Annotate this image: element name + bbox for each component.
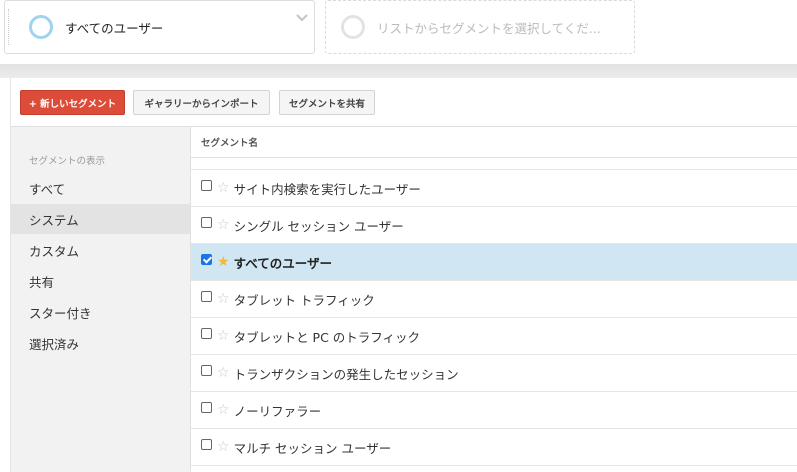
star-icon[interactable]: ☆	[217, 366, 230, 380]
segment-ring-icon	[341, 15, 365, 39]
checkbox-icon[interactable]	[201, 179, 212, 191]
star-icon[interactable]: ☆	[217, 329, 230, 343]
star-icon[interactable]: ☆	[217, 440, 230, 454]
active-segment-slot[interactable]: すべてのユーザー	[4, 0, 315, 54]
share-segment-button[interactable]: セグメントを共有	[279, 90, 375, 115]
sidebar-item-starred[interactable]: スター付き	[11, 297, 190, 327]
divider-strip	[0, 64, 797, 78]
table-row[interactable]: ☆ シングル セッション ユーザー	[191, 207, 797, 244]
segment-name[interactable]: トランザクションの発生したセッション	[234, 364, 459, 383]
active-segment-name: すべてのユーザー	[65, 20, 164, 36]
segment-name[interactable]: シングル セッション ユーザー	[234, 216, 404, 235]
table-row[interactable]: ☆ サイト内検索を実行したユーザー	[191, 170, 797, 207]
table-row[interactable]: ☆ マルチ セッション ユーザー	[191, 429, 797, 466]
checkbox-icon[interactable]	[201, 216, 212, 228]
table-row[interactable]: ★ すべてのユーザー	[191, 244, 797, 281]
segment-name[interactable]: タブレットと PC のトラフィック	[234, 327, 420, 346]
import-from-gallery-button[interactable]: ギャラリーからインポート	[133, 90, 270, 115]
sidebar-item-custom[interactable]: カスタム	[11, 235, 190, 265]
table-row[interactable]: ☆ タブレットと PC のトラフィック	[191, 318, 797, 355]
table-row[interactable]: ☆ ノーリファラー	[191, 392, 797, 429]
sidebar-heading: セグメントの表示	[29, 156, 106, 167]
segment-ring-icon	[29, 15, 53, 39]
star-icon[interactable]: ☆	[217, 292, 230, 306]
star-icon[interactable]: ★	[217, 255, 230, 269]
segment-toolbar: + 新しいセグメント ギャラリーからインポート セグメントを共有	[11, 78, 797, 127]
column-header-segment-name[interactable]: セグメント名	[191, 127, 797, 158]
checkbox-icon[interactable]	[201, 253, 212, 265]
sidebar-item-all[interactable]: すべて	[11, 173, 190, 203]
new-segment-button[interactable]: + 新しいセグメント	[20, 90, 125, 115]
checkbox-icon[interactable]	[201, 290, 212, 302]
segment-name[interactable]: サイト内検索を実行したユーザー	[234, 179, 421, 198]
segment-panel: + 新しいセグメント ギャラリーからインポート セグメントを共有 セグメントの表…	[10, 78, 797, 472]
segment-name[interactable]: タブレット トラフィック	[234, 290, 375, 309]
star-icon[interactable]: ☆	[217, 181, 230, 195]
segment-name[interactable]: ノーリファラー	[234, 401, 322, 420]
sidebar-item-system[interactable]: システム	[11, 204, 190, 234]
empty-segment-slot[interactable]: リストからセグメントを選択してくだ...	[325, 0, 635, 54]
table-row[interactable]: ☆ トランザクションの発生したセッション	[191, 355, 797, 392]
segment-placeholder: リストからセグメントを選択してくだ...	[377, 20, 601, 36]
segment-list: セグメント名 ☆ サイト内検索を実行したユーザー ☆ シングル セッション ユー…	[191, 127, 797, 472]
segment-name[interactable]: マルチ セッション ユーザー	[234, 438, 392, 457]
star-icon[interactable]: ☆	[217, 403, 230, 417]
segment-view-sidebar: セグメントの表示 すべて システム カスタム 共有 スター付き 選択済み	[11, 127, 191, 472]
table-row[interactable]: ☆ タブレット トラフィック	[191, 281, 797, 318]
checkbox-icon[interactable]	[201, 364, 212, 376]
sidebar-item-selected[interactable]: 選択済み	[11, 328, 190, 358]
header-spacer	[191, 158, 797, 170]
chevron-down-icon[interactable]	[296, 7, 308, 26]
checkbox-icon[interactable]	[201, 438, 212, 450]
sidebar-item-shared[interactable]: 共有	[11, 266, 190, 296]
checkbox-icon[interactable]	[201, 401, 212, 413]
segment-name[interactable]: すべてのユーザー	[234, 253, 332, 272]
checkbox-icon[interactable]	[201, 327, 212, 339]
star-icon[interactable]: ☆	[217, 218, 230, 232]
segment-picker-bar: すべてのユーザー リストからセグメントを選択してくだ...	[0, 0, 797, 64]
